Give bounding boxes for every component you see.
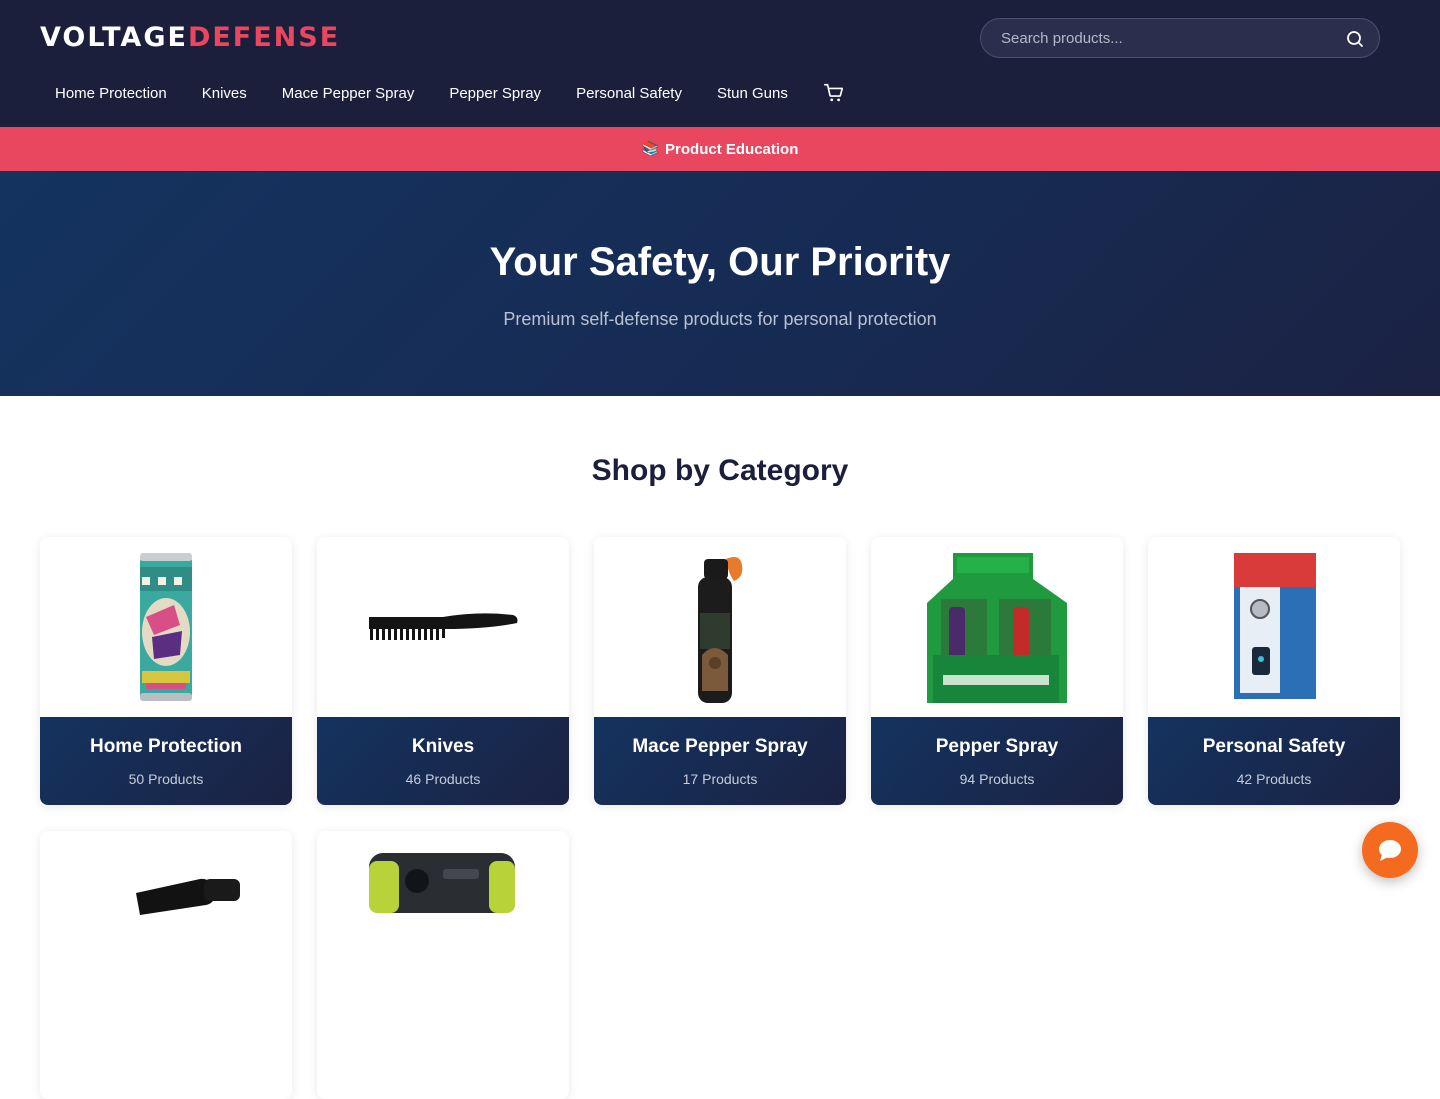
beverage-can-image <box>140 553 192 701</box>
home-security-alarm-image <box>1234 553 1316 699</box>
bear-spray-canister-image <box>698 557 743 703</box>
product-education-label: Product Education <box>665 140 799 158</box>
chat-button[interactable] <box>1362 822 1418 878</box>
section-title: Shop by Category <box>591 454 849 487</box>
category-card-knives[interactable]: Knives 46 Products <box>317 537 569 805</box>
category-name: Personal Safety <box>1202 736 1346 757</box>
pepper-shot-display-image <box>927 553 1067 703</box>
chat-icon <box>1379 840 1401 861</box>
nav-pepper-spray[interactable]: Pepper Spray <box>449 82 541 106</box>
search-box <box>980 18 1380 58</box>
flashlight-image <box>136 878 240 915</box>
category-card-mace-pepper-spray[interactable]: Mace Pepper Spray 17 Products <box>594 537 846 805</box>
category-name: Home Protection <box>89 736 243 757</box>
category-count: 94 Products <box>959 771 1035 787</box>
category-name: Mace Pepper Spray <box>632 736 808 757</box>
comb-knife-image <box>369 613 518 640</box>
nav-home-protection[interactable]: Home Protection <box>55 82 167 106</box>
category-card-flashlight[interactable] <box>40 831 292 1099</box>
category-count: 50 Products <box>128 771 204 787</box>
site-logo[interactable]: VOLTAGEDEFENSE <box>40 20 340 56</box>
hero-title: Your Safety, Our Priority <box>489 240 951 284</box>
category-info: Personal Safety 42 Products <box>1148 717 1400 805</box>
category-info: Knives 46 Products <box>317 717 569 805</box>
stun-device-image <box>369 853 515 913</box>
category-card-home-protection[interactable]: Home Protection 50 Products <box>40 537 292 805</box>
product-education-link[interactable]: 📚 Product Education <box>0 127 1440 171</box>
category-info: Pepper Spray 94 Products <box>871 717 1123 805</box>
category-info: Home Protection 50 Products <box>40 717 292 805</box>
nav-knives[interactable]: Knives <box>202 82 247 106</box>
site-header: VOLTAGEDEFENSE Home Protection Knives Ma… <box>0 0 1440 127</box>
book-icon: 📚 <box>641 141 660 157</box>
hero-subtitle: Premium self-defense products for person… <box>503 309 937 329</box>
main-nav: Home Protection Knives Mace Pepper Spray… <box>55 82 845 106</box>
nav-mace-pepper-spray[interactable]: Mace Pepper Spray <box>282 82 415 106</box>
search-input[interactable] <box>981 19 1341 57</box>
logo-part-defense: DEFENSE <box>187 22 341 53</box>
category-info: Mace Pepper Spray 17 Products <box>594 717 846 805</box>
category-name: Knives <box>411 736 475 757</box>
category-count: 17 Products <box>682 771 758 787</box>
search-icon[interactable] <box>1345 29 1365 49</box>
logo-part-voltage: VOLTAGE <box>40 22 188 53</box>
hero-section: Your Safety, Our Priority Premium self-d… <box>0 171 1440 396</box>
category-count: 46 Products <box>405 771 481 787</box>
nav-personal-safety[interactable]: Personal Safety <box>576 82 682 106</box>
category-name: Pepper Spray <box>935 736 1059 757</box>
nav-stun-guns[interactable]: Stun Guns <box>717 82 788 106</box>
category-card-personal-safety[interactable]: Personal Safety 42 Products <box>1148 537 1400 805</box>
category-card-stun-device[interactable] <box>317 831 569 1099</box>
category-count: 42 Products <box>1236 771 1312 787</box>
category-card-pepper-spray[interactable]: Pepper Spray 94 Products <box>871 537 1123 805</box>
cart-icon[interactable] <box>823 82 845 104</box>
